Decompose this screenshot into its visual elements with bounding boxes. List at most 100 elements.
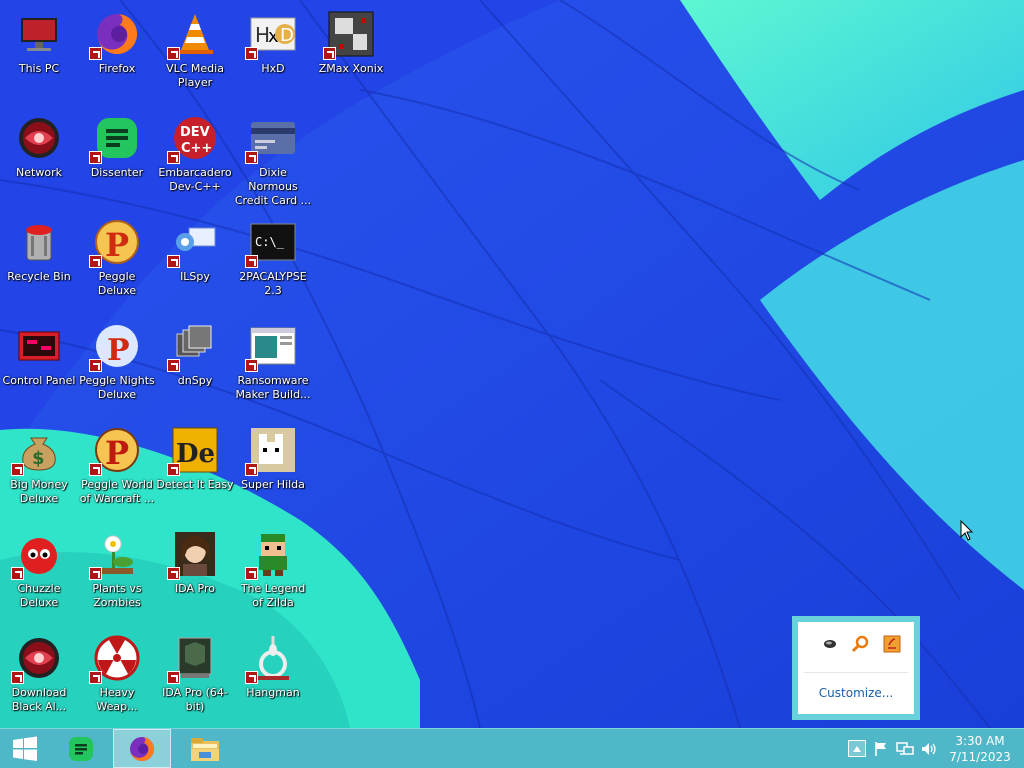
- taskbar-dissenter-button[interactable]: [56, 729, 106, 768]
- search-tool-icon[interactable]: [850, 634, 870, 654]
- desktop-icon-dixie-normous-credit-card[interactable]: Dixie Normous Credit Card ...: [234, 108, 312, 208]
- network-icon: [896, 742, 914, 755]
- windows-logo-icon: [13, 736, 37, 761]
- popup-divider: [804, 672, 908, 673]
- window-app-icon: [245, 322, 297, 372]
- desktop-icon-super-hilda[interactable]: Super Hilda: [234, 420, 312, 520]
- desktop-icon-ransomware-maker-build[interactable]: Ransomware Maker Build...: [234, 316, 312, 416]
- die-icon: De: [167, 426, 219, 476]
- flower-icon: [89, 530, 141, 580]
- shortcut-arrow-icon: [245, 151, 258, 164]
- desktop-icon-label: ILSpy: [180, 270, 210, 283]
- svg-text:P: P: [107, 333, 130, 368]
- desktop-icon-chuzzle-deluxe[interactable]: Chuzzle Deluxe: [0, 524, 78, 624]
- peggle-wow-icon: P: [89, 426, 141, 476]
- desktop-icon-detect-it-easy[interactable]: De Detect It Easy: [156, 420, 234, 520]
- firefox-icon: [89, 10, 141, 60]
- desktop-icon-2pacalypse-2-3[interactable]: C:\_ 2PACALYPSE 2.3: [234, 212, 312, 312]
- shortcut-arrow-icon: [89, 151, 102, 164]
- shortcut-arrow-icon: [167, 47, 180, 60]
- dissenter-icon: [69, 736, 93, 761]
- desktop-icon-recycle-bin[interactable]: Recycle Bin: [0, 212, 78, 312]
- desktop-icon-label: IDA Pro: [175, 582, 215, 595]
- shortcut-arrow-icon: [167, 463, 180, 476]
- svg-text:P: P: [105, 434, 129, 472]
- desktop-icon-label: ZMax Xonix: [318, 62, 384, 75]
- shortcut-arrow-icon: [167, 671, 180, 684]
- shortcut-arrow-icon: [89, 463, 102, 476]
- shortcut-arrow-icon: [167, 567, 180, 580]
- desktop-icon-network[interactable]: Network: [0, 108, 78, 208]
- desktop-icon-big-money-deluxe[interactable]: $ Big Money Deluxe: [0, 420, 78, 520]
- money-bag-icon: $: [11, 426, 63, 476]
- dissenter-icon: [89, 114, 141, 164]
- flag-icon: [875, 742, 886, 756]
- svg-text:C++: C++: [181, 141, 212, 156]
- dnspy-icon: [167, 322, 219, 372]
- tray-overflow-button[interactable]: [848, 740, 866, 757]
- desktop-icon-the-legend-of-zilda[interactable]: The Legend of Zilda: [234, 524, 312, 624]
- taskbar: 3:30 AM 7/11/2023: [0, 728, 1024, 768]
- desktop-icon-hxd[interactable]: Hx D HxD: [234, 4, 312, 104]
- desktop-icon-label: Super Hilda: [241, 478, 305, 491]
- desktop-icon-hangman[interactable]: Hangman: [234, 628, 312, 728]
- usb-device-icon[interactable]: [820, 634, 840, 654]
- desktop-icon-peggle-deluxe[interactable]: P Peggle Deluxe: [78, 212, 156, 312]
- taskbar-file-explorer-button[interactable]: [178, 729, 232, 768]
- control-panel-icon: [15, 322, 63, 370]
- desktop-icon-firefox[interactable]: Firefox: [78, 4, 156, 104]
- desktop-icon-label: Firefox: [98, 62, 136, 75]
- start-button[interactable]: [0, 729, 50, 768]
- desktop-icon-ida-pro-64-bit[interactable]: IDA Pro (64-bit): [156, 628, 234, 728]
- peggle-nights-icon: P: [89, 322, 141, 372]
- desktop-icon-zmax-xonix[interactable]: ZMax Xonix: [312, 4, 390, 104]
- desktop-icon-peggle-nights-deluxe[interactable]: P Peggle Nights Deluxe: [78, 316, 156, 416]
- desktop-icon-heavy-weap[interactable]: Heavy Weap...: [78, 628, 156, 728]
- computer-icon: [15, 10, 63, 58]
- shortcut-arrow-icon: [89, 47, 102, 60]
- shortcut-arrow-icon: [245, 567, 258, 580]
- shortcut-arrow-icon: [89, 359, 102, 372]
- desktop-icon-dnspy[interactable]: dnSpy: [156, 316, 234, 416]
- desktop-icon-embarcadero-dev-c[interactable]: DEV C++ Embarcadero Dev-C++: [156, 108, 234, 208]
- pixel-hero-icon: [245, 530, 297, 580]
- desktop-icon-vlc-media-player[interactable]: VLC Media Player: [156, 4, 234, 104]
- desktop-icon-plants-vs-zombies[interactable]: Plants vs Zombies: [78, 524, 156, 624]
- shortcut-arrow-icon: [245, 463, 258, 476]
- desktop-icon-ilspy[interactable]: ILSpy: [156, 212, 234, 312]
- network-orb-icon: [15, 114, 63, 162]
- desktop-icon-label: Control Panel: [2, 374, 76, 387]
- desktop-icon-label: Peggle World of Warcraft ...: [79, 478, 155, 505]
- taskbar-clock[interactable]: 3:30 AM 7/11/2023: [940, 733, 1020, 765]
- svg-text:C:\_: C:\_: [255, 235, 285, 249]
- desktop-icon-label: 2PACALYPSE 2.3: [239, 270, 307, 297]
- customize-link[interactable]: Customize...: [798, 686, 914, 700]
- action-center-button[interactable]: [872, 740, 890, 758]
- credit-card-icon: [245, 114, 297, 164]
- desktop-icon-download-black-al[interactable]: Download Black Al...: [0, 628, 78, 728]
- svg-text:DEV: DEV: [180, 125, 210, 140]
- chuzzle-icon: [11, 530, 63, 580]
- svg-text:De: De: [176, 439, 215, 469]
- desktop-icon-label: The Legend of Zilda: [240, 582, 306, 609]
- desktop-icon-label: Detect It Easy: [156, 478, 234, 491]
- ida64-icon: [167, 634, 219, 684]
- desktop-icon-control-panel[interactable]: Control Panel: [0, 316, 78, 416]
- pixel-cat-icon: [245, 426, 297, 476]
- download-orb-icon: [11, 634, 63, 684]
- taskbar-firefox-button[interactable]: [113, 729, 171, 768]
- shortcut-arrow-icon: [167, 151, 180, 164]
- desktop-icon-dissenter[interactable]: Dissenter: [78, 108, 156, 208]
- java-icon[interactable]: [882, 634, 902, 654]
- network-status-button[interactable]: [896, 740, 914, 758]
- clock-time: 3:30 AM: [955, 734, 1005, 748]
- desktop-icon-label: Recycle Bin: [7, 270, 71, 283]
- desktop-icon-label: Embarcadero Dev-C++: [158, 166, 232, 193]
- volume-button[interactable]: [920, 740, 938, 758]
- desktop-icon-label: Ransomware Maker Build...: [235, 374, 311, 401]
- desktop-icon-this-pc[interactable]: This PC: [0, 4, 78, 104]
- desktop-icon-peggle-world-of-warcraft[interactable]: P Peggle World of Warcraft ...: [78, 420, 156, 520]
- desktop-icon-ida-pro[interactable]: IDA Pro: [156, 524, 234, 624]
- mouse-cursor-icon: [960, 520, 974, 541]
- svg-text:P: P: [105, 226, 129, 264]
